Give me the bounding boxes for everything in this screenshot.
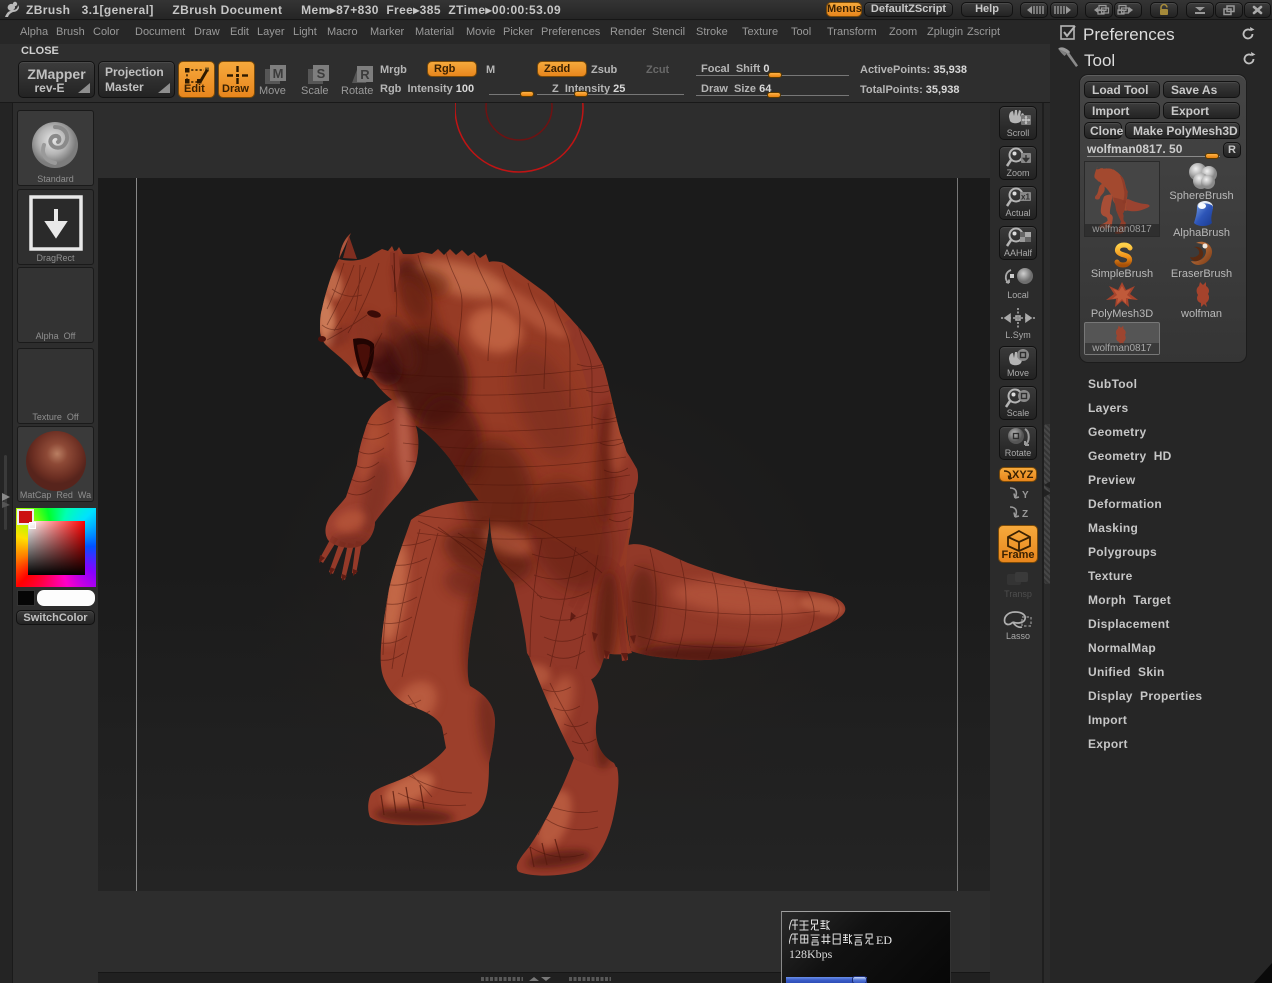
svg-text:S: S bbox=[317, 66, 326, 81]
svg-text:Z: Z bbox=[1022, 509, 1028, 519]
svg-text:ED: ED bbox=[876, 933, 892, 947]
svg-text:R: R bbox=[360, 67, 370, 82]
svg-text:128Kbps: 128Kbps bbox=[789, 947, 833, 961]
svg-text:M: M bbox=[273, 66, 284, 81]
svg-text:Y: Y bbox=[1022, 490, 1029, 500]
svg-text:x1: x1 bbox=[1021, 193, 1030, 202]
